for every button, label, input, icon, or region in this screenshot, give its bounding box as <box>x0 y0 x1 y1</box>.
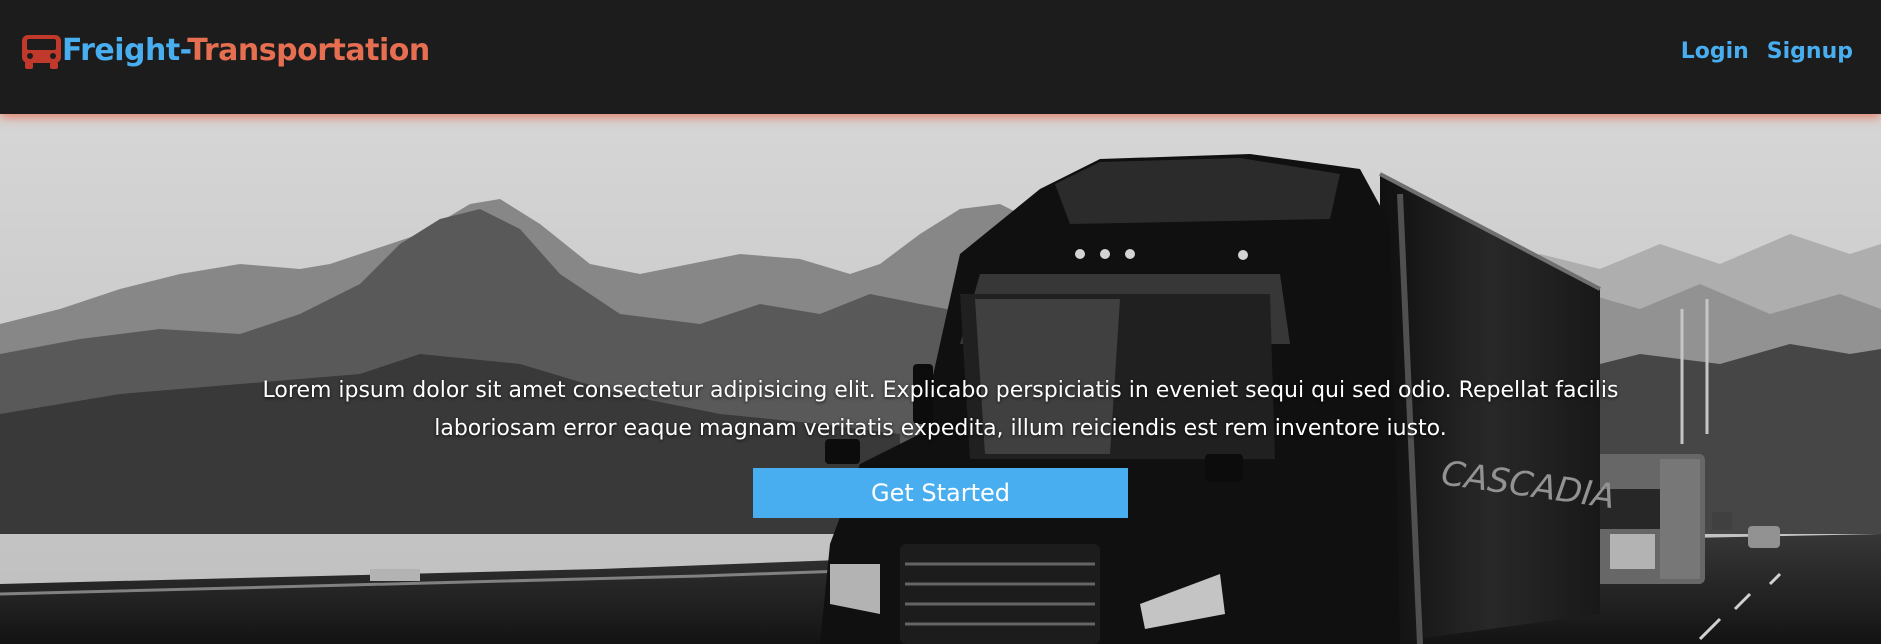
brand-name: Freight-Transportation <box>62 31 430 71</box>
hero-section: CASCADIA Lorem ipsum dolor sit amet cons… <box>0 114 1881 644</box>
truck-icon <box>22 35 61 69</box>
brand-name-part1: Freight- <box>62 33 188 68</box>
brand-logo[interactable]: Freight-Transportation <box>21 31 430 71</box>
login-link[interactable]: Login <box>1681 36 1749 68</box>
hero-description: Lorem ipsum dolor sit amet consectetur a… <box>262 378 1619 441</box>
signup-link[interactable]: Signup <box>1767 36 1853 68</box>
nav-links: Login Signup <box>1681 36 1853 68</box>
brand-name-part2: Transportation <box>187 33 430 68</box>
hero-content: Lorem ipsum dolor sit amet consectetur a… <box>0 372 1881 518</box>
get-started-button[interactable]: Get Started <box>753 468 1128 518</box>
navbar: Freight-Transportation Login Signup <box>0 0 1881 114</box>
